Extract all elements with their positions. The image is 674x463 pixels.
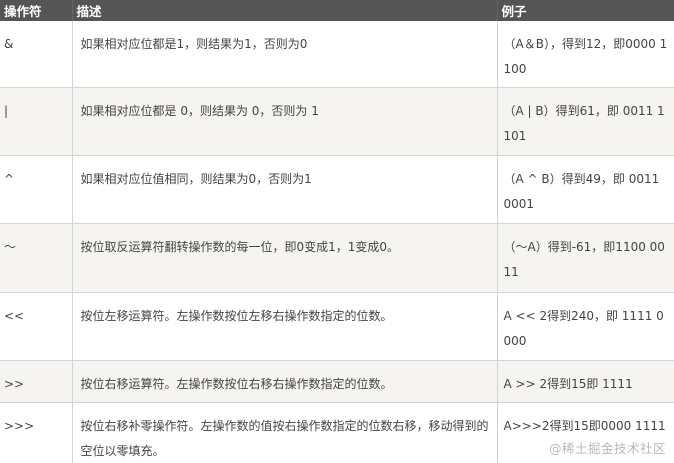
table-row: << 按位左移运算符。左操作数按位左移右操作数指定的位数。 A << 2得到24… xyxy=(0,292,674,361)
operator-cell: | xyxy=(0,87,73,156)
table-row: >> 按位右移运算符。左操作数按位右移右操作数指定的位数。 A >> 2得到15… xyxy=(0,360,674,403)
description-cell: 如果相对应位值相同，则结果为0，否则为1 xyxy=(72,155,498,224)
table-row: 〜 按位取反运算符翻转操作数的每一位，即0变成1，1变成0。 （〜A）得到-61… xyxy=(0,223,674,293)
example-cell: （A | B）得到61，即 0011 1101 xyxy=(497,87,674,156)
header-example: 例子 xyxy=(497,0,674,21)
header-operator: 操作符 xyxy=(0,0,73,21)
example-cell: （〜A）得到-61，即1100 0011 xyxy=(497,223,674,293)
bitwise-operators-table: 操作符 描述 例子 & 如果相对应位都是1，则结果为1，否则为0 （A＆B），得… xyxy=(0,0,674,463)
operator-cell: >> xyxy=(0,360,73,403)
header-description: 描述 xyxy=(72,0,498,21)
description-cell: 如果相对应位都是1，则结果为1，否则为0 xyxy=(72,21,498,88)
header-row: 操作符 描述 例子 xyxy=(0,0,674,21)
operator-cell: 〜 xyxy=(0,223,73,293)
operator-cell: >>> xyxy=(0,402,73,463)
operator-cell: << xyxy=(0,292,73,361)
description-cell: 按位右移补零操作符。左操作数的值按右操作数指定的位数右移，移动得到的空位以零填充… xyxy=(72,402,498,463)
table-row: & 如果相对应位都是1，则结果为1，否则为0 （A＆B），得到12，即0000 … xyxy=(0,21,674,88)
watermark: @稀土掘金技术社区 xyxy=(548,441,666,456)
example-cell: （A ^ B）得到49，即 0011 0001 xyxy=(497,155,674,224)
operator-cell: ^ xyxy=(0,155,73,224)
example-cell: A << 2得到240，即 1111 0000 xyxy=(497,292,674,361)
description-cell: 按位左移运算符。左操作数按位左移右操作数指定的位数。 xyxy=(72,292,498,361)
description-cell: 按位右移运算符。左操作数按位右移右操作数指定的位数。 xyxy=(72,360,498,403)
table-row: | 如果相对应位都是 0，则结果为 0，否则为 1 （A | B）得到61，即 … xyxy=(0,87,674,156)
description-cell: 如果相对应位都是 0，则结果为 0，否则为 1 xyxy=(72,87,498,156)
description-cell: 按位取反运算符翻转操作数的每一位，即0变成1，1变成0。 xyxy=(72,223,498,293)
example-cell: （A＆B），得到12，即0000 1100 xyxy=(497,21,674,88)
example-cell: A >> 2得到15即 1111 xyxy=(497,360,674,403)
table-row: ^ 如果相对应位值相同，则结果为0，否则为1 （A ^ B）得到49，即 001… xyxy=(0,155,674,224)
table-body: & 如果相对应位都是1，则结果为1，否则为0 （A＆B），得到12，即0000 … xyxy=(0,21,674,463)
operator-cell: & xyxy=(0,21,73,88)
table-header: 操作符 描述 例子 xyxy=(0,0,674,21)
